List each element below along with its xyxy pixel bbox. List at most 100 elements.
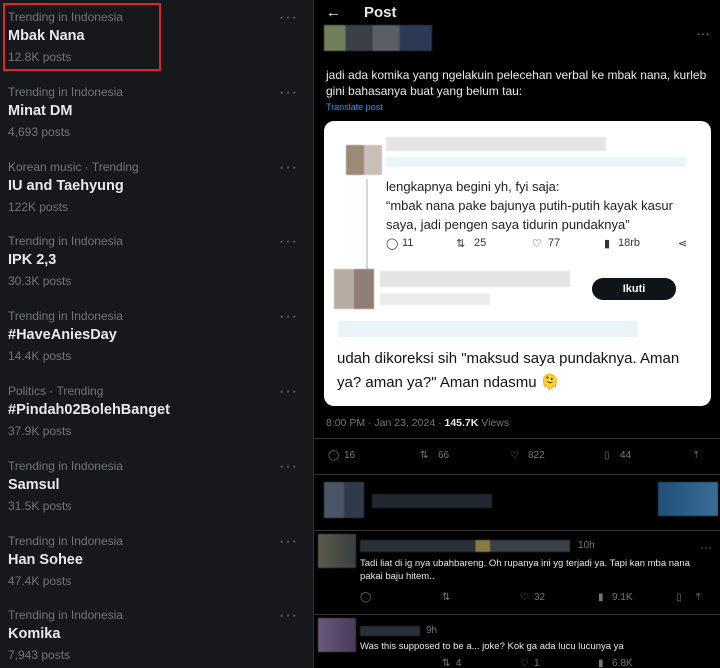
more-icon[interactable]: ··· — [279, 9, 298, 27]
trend-category: Politics · Trending — [8, 384, 104, 398]
reply-icon: ◯ — [386, 238, 399, 250]
trending-panel: Trending in Indonesia Mbak Nana 12.8K post… — [0, 0, 313, 668]
post-text: jadi ada komika yang ngelakuin pelecehan… — [326, 68, 707, 98]
trend-item[interactable]: Trending in Indonesia IPK 2,3 30.3K posts ·… — [0, 224, 313, 299]
quoted-views-count: 18rb — [618, 237, 641, 249]
quoted-repost-count: 25 — [474, 237, 487, 249]
reply-repost-count: 4 — [456, 658, 462, 668]
post-time[interactable]: 8:00 PM · Jan 23, 2024 · — [326, 417, 444, 429]
quoted-handle-2 — [380, 293, 490, 305]
trend-item[interactable]: Politics · Trending #Pindah02BolehBanget 3… — [0, 374, 313, 449]
more-icon[interactable]: ··· — [279, 533, 298, 551]
trend-category: Trending in Indonesia — [8, 533, 123, 548]
back-arrow-icon[interactable]: ← — [326, 4, 341, 21]
repost-icon[interactable]: ⇅ — [420, 450, 428, 461]
divider — [314, 614, 720, 615]
trend-name: IU and Taehyung — [8, 177, 124, 194]
reply-avatar[interactable] — [318, 618, 356, 652]
reply-views-count: 6.8K — [612, 658, 633, 668]
trend-count: 30.3K posts — [8, 274, 72, 289]
quoted-body: udah dikoreksi sih "maksud saya pundakny… — [337, 350, 680, 391]
highlight-box — [3, 3, 161, 71]
quoted-stats: ◯ 11 ⇅ 25 ♡ 77 ▮ 18rb ⋖ — [386, 237, 696, 255]
reply-like-count: 1 — [534, 658, 540, 668]
reply-author — [360, 540, 570, 552]
share-icon: ⋖ — [678, 238, 688, 250]
trend-name: #HaveAniesDay — [8, 327, 117, 344]
reply-actions: ⇅ 4 ♡ 1 ▮ 6.8K — [314, 658, 720, 668]
divider — [314, 438, 720, 439]
trend-item[interactable]: Trending in Indonesia Minat DM 4,693 posts… — [0, 75, 313, 150]
trend-category: Trending in Indonesia — [8, 458, 123, 473]
share-icon[interactable]: ⤒ — [694, 450, 698, 461]
reply-count: 16 — [344, 450, 356, 461]
repost-count: 66 — [438, 450, 450, 461]
post-panel: ← Post ··· jadi ada komika yang ngelakui… — [314, 0, 720, 668]
translate-link[interactable]: Translate post — [326, 102, 383, 112]
page-title: Post — [364, 4, 397, 21]
reply-time: 9h — [426, 625, 438, 636]
trend-count: 37.9K posts — [8, 424, 72, 438]
quoted-avatar-2 — [334, 269, 374, 309]
divider — [314, 530, 720, 531]
reply-time: 10h — [578, 540, 595, 551]
more-icon[interactable]: ··· — [279, 383, 298, 401]
quoted-bio — [338, 321, 638, 337]
reply-avatar[interactable] — [318, 534, 356, 568]
quoted-reply-count: 11 — [402, 237, 414, 249]
follow-button[interactable]: Ikuti — [592, 278, 676, 300]
trend-name: Komika — [8, 626, 61, 643]
more-icon[interactable]: ··· — [279, 233, 298, 251]
quoted-like-count: 77 — [548, 237, 561, 249]
views-icon[interactable]: ▮ — [598, 592, 604, 603]
quoted-screenshot[interactable]: lengkapnya begini yh, fyi saja: “mbak na… — [324, 121, 711, 406]
more-icon[interactable]: ··· — [279, 159, 298, 177]
avatar[interactable] — [324, 25, 432, 51]
bookmark-icon[interactable]: ▯ — [676, 592, 682, 603]
trend-count: 7,943 posts — [8, 648, 71, 663]
like-icon[interactable]: ♡ — [510, 450, 519, 461]
trend-count: 31.5K posts — [8, 498, 72, 513]
more-icon[interactable]: ··· — [279, 607, 298, 625]
repost-icon[interactable]: ⇅ — [442, 592, 450, 603]
reply-text: Tadi liat di ig nya ubahbareng. Oh rupan… — [360, 558, 690, 582]
trend-item[interactable]: Trending in Indonesia #HaveAniesDay 14.4K … — [0, 299, 313, 374]
composer-avatar — [324, 482, 364, 518]
trend-item[interactable]: Trending in Indonesia Samsul 31.5K posts ··… — [0, 449, 313, 524]
trend-name: IPK 2,3 — [8, 252, 57, 269]
reply-actions: ◯ ⇅ ♡ 32 ▮ 9.1K ▯ ⤒ — [314, 592, 720, 606]
more-icon[interactable]: ··· — [279, 308, 298, 326]
reply-views-count: 9.1K — [612, 592, 633, 603]
views-icon[interactable]: ▮ — [598, 658, 604, 668]
post-actions: ◯ 16 ⇅ 66 ♡ 822 ▯ 44 ⤒ — [314, 447, 720, 469]
trend-name: #Pindah02BolehBanget — [8, 402, 170, 418]
trend-category: Korean music · Trending — [8, 159, 139, 174]
reply-text: Was this supposed to be a... joke? Kok g… — [360, 641, 624, 652]
trend-item[interactable]: Trending in Indonesia Komika 7,943 posts ··… — [0, 598, 313, 668]
trend-item[interactable]: Korean music · Trending IU and Taehyung 12… — [0, 150, 313, 225]
trend-category: Trending in Indonesia — [8, 84, 123, 99]
share-icon[interactable]: ⤒ — [696, 592, 700, 603]
quoted-author-2 — [380, 271, 570, 287]
repost-icon[interactable]: ⇅ — [442, 658, 450, 668]
trend-count: 4,693 posts — [8, 124, 71, 139]
bookmark-icon[interactable]: ▯ — [604, 450, 610, 461]
trend-name: Samsul — [8, 476, 60, 493]
thread-line — [366, 179, 368, 279]
like-icon[interactable]: ♡ — [520, 592, 529, 603]
more-icon[interactable]: ··· — [279, 458, 298, 476]
trend-category: Trending in Indonesia — [8, 309, 123, 324]
trend-count: 47.4K posts — [8, 573, 72, 588]
like-icon: ♡ — [532, 238, 542, 250]
more-icon[interactable]: ··· — [700, 540, 712, 554]
composer-input[interactable] — [372, 494, 492, 508]
post-meta: 8:00 PM · Jan 23, 2024 · 145.7K Views — [326, 417, 509, 429]
reply-icon[interactable]: ◯ — [360, 592, 371, 603]
like-icon[interactable]: ♡ — [520, 658, 529, 668]
bookmark-count: 44 — [620, 450, 632, 461]
more-icon[interactable]: ··· — [279, 84, 298, 102]
trend-name: Minat DM — [8, 102, 73, 119]
trend-item[interactable]: Trending in Indonesia Han Sohee 47.4K post… — [0, 524, 313, 599]
reply-icon[interactable]: ◯ — [328, 450, 339, 461]
more-icon[interactable]: ··· — [696, 25, 710, 41]
